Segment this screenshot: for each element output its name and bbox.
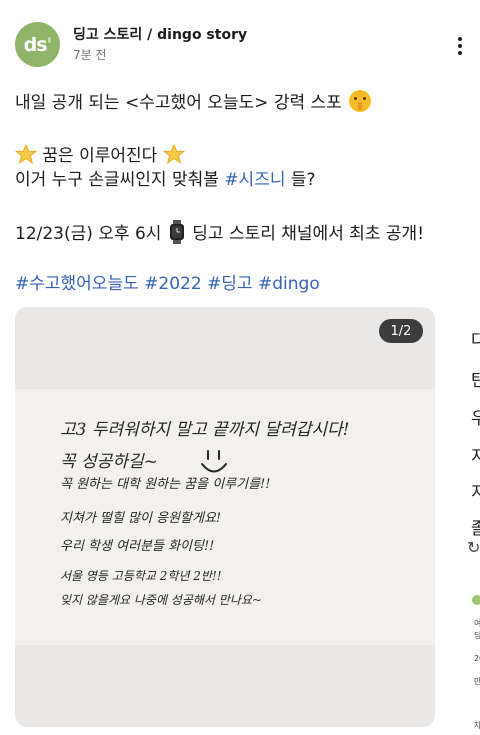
handwriting-line: 서울 영등 고등학교 2학년 2반!! bbox=[60, 569, 222, 583]
post-line-1-text: 내일 공개 되는 <수고했어 오늘도> 강력 스포 bbox=[15, 93, 342, 113]
handwriting-line: 꼭 원하는 대학 원하는 꿈을 이루기를!! bbox=[60, 477, 271, 492]
avatar-text: ds bbox=[23, 33, 48, 56]
hashtag-link[interactable]: #딩고 bbox=[207, 274, 253, 294]
next-preview-char: 지 bbox=[471, 447, 480, 467]
handwriting-line: 잊지 않을게요 나중에 성공해서 만나요~ bbox=[60, 593, 262, 607]
next-preview-char: 탄 bbox=[471, 371, 480, 391]
page-name[interactable]: 딩고 스토리 / dingo story bbox=[73, 24, 247, 44]
post-line-4-rest: 딩고 스토리 채널에서 최초 공개! bbox=[186, 224, 425, 244]
post-header: ds ' 딩고 스토리 / dingo story 7분 전 bbox=[0, 0, 480, 72]
more-options-button[interactable] bbox=[446, 32, 474, 60]
next-preview-small-char: 20 bbox=[474, 654, 480, 663]
next-preview-avatar bbox=[472, 595, 480, 605]
hashtag-link[interactable]: #dingo bbox=[258, 274, 320, 294]
glowing-star-icon bbox=[15, 144, 37, 164]
post-line-4: 12/23(금) 오후 6시 딩고 스토리 채널에서 최초 공개! bbox=[15, 220, 465, 246]
more-dot-icon bbox=[458, 51, 462, 55]
next-preview-small-char: 자 bbox=[474, 721, 480, 730]
hashtag-link[interactable]: #시즈니 bbox=[224, 170, 285, 190]
hashtag-link[interactable]: #수고했어오늘도 bbox=[15, 274, 139, 294]
page-avatar[interactable]: ds ' bbox=[15, 22, 60, 67]
next-preview-char: 우 bbox=[471, 409, 480, 429]
avatar-dot: ' bbox=[46, 33, 53, 56]
next-preview-small-char: 만 bbox=[474, 677, 480, 686]
post-line-4-date: 12/23(금) 오후 6시 bbox=[15, 224, 162, 244]
more-dot-icon bbox=[458, 44, 462, 48]
post-line-3: 이거 누구 손글씨인지 맞춰볼 #시즈니 들? bbox=[15, 168, 465, 192]
handwriting-line: 꼭 성공하길~ bbox=[60, 452, 158, 472]
carousel-counter: 1/2 bbox=[379, 319, 423, 343]
shushing-face-icon bbox=[349, 90, 372, 112]
post-line-1: 내일 공개 되는 <수고했어 오늘도> 강력 스포 bbox=[15, 90, 465, 115]
next-preview-small-char: 여 bbox=[474, 619, 480, 628]
post-line-2-text: 꿈은 이루어진다 bbox=[42, 146, 158, 166]
image-carousel-card[interactable]: 1/2 고3 두려워하지 말고 끝까지 달려갑시다! 꼭 성공하길~ 꼭 원하는… bbox=[15, 307, 435, 727]
next-post-preview[interactable]: 다 탄 우 지 지 졸 ↻ 여 딩 20 만 자 bbox=[461, 318, 480, 735]
post-time: 7분 전 bbox=[73, 48, 107, 62]
watch-icon bbox=[169, 220, 184, 244]
post-line-3-prefix: 이거 누구 손글씨인지 맞춰볼 bbox=[15, 170, 219, 190]
next-preview-char: 졸 bbox=[471, 519, 480, 539]
more-dot-icon bbox=[458, 37, 462, 41]
refresh-icon: ↻ bbox=[467, 538, 480, 557]
post-line-2: 꿈은 이루어진다 bbox=[15, 144, 465, 168]
handwriting-line: 우리 학생 여러분들 화이팅!! bbox=[60, 539, 215, 554]
hashtag-link[interactable]: #2022 bbox=[144, 274, 202, 294]
next-preview-char: 다 bbox=[471, 331, 480, 351]
post-line-3-suffix: 들? bbox=[285, 170, 316, 190]
handwriting-line: 고3 두려워하지 말고 끝까지 달려갑시다! bbox=[60, 420, 350, 440]
glowing-star-icon bbox=[162, 144, 185, 164]
handwriting-line: 지쳐가 떨힐 많이 응원할게요! bbox=[60, 511, 222, 526]
next-preview-small-char: 딩 bbox=[474, 631, 480, 640]
next-preview-char: 지 bbox=[471, 483, 480, 503]
hashtag-row: #수고했어오늘도 #2022 #딩고 #dingo bbox=[15, 272, 465, 296]
